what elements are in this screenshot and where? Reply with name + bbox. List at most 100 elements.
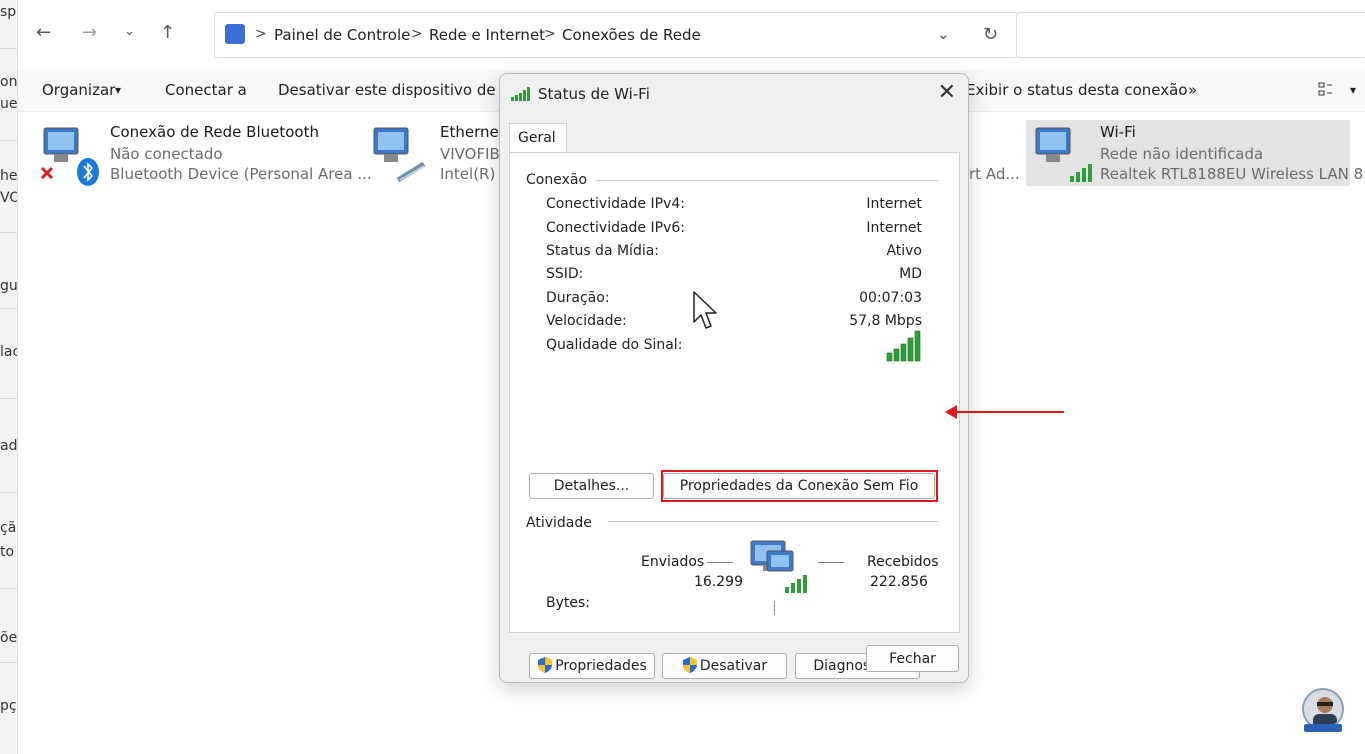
connect-to-button[interactable]: Conectar a [165, 81, 247, 99]
view-layout-icon[interactable] [1318, 81, 1336, 101]
side-nav-fragment: he [0, 168, 18, 184]
signal-quality-label: Qualidade do Sinal: [546, 337, 683, 353]
side-nav-fragment: gu [0, 278, 18, 294]
sent-label: Enviados [641, 554, 705, 570]
received-label: Recebidos [867, 554, 939, 570]
media-status-label: Status da Mídia: [546, 243, 660, 259]
properties-button[interactable]: Propriedades [529, 653, 655, 679]
close-icon[interactable]: ✕ [938, 80, 956, 105]
activity-group-label: Atividade [526, 515, 598, 531]
connection-item-bluetooth[interactable]: Conexão de Rede Bluetooth Não conectado … [40, 120, 372, 186]
connection-name: Ethernet [440, 123, 505, 141]
bytes-sent-value: 16.299 [694, 574, 743, 590]
properties-label: Propriedades [555, 658, 647, 674]
details-button[interactable]: Detalhes... [529, 473, 654, 499]
side-nav-fragment: lac [0, 344, 17, 360]
group-divider [596, 180, 938, 181]
connection-item-wifi[interactable]: Wi-Fi Rede não identificada Realtek RTL8… [1026, 120, 1365, 186]
connection-name: Wi-Fi [1100, 123, 1136, 141]
speed-value: 57,8 Mbps [849, 313, 922, 329]
ssid-label: SSID: [546, 266, 584, 282]
side-nav-fragment: sp [0, 4, 17, 20]
close-button[interactable]: Fechar [866, 645, 959, 672]
side-nav-strip: sp on ue he VO gu lac ad ção to õe pç [0, 0, 18, 754]
disable-button[interactable]: Desativar [662, 653, 787, 679]
connection-status: Não conectado [110, 145, 223, 163]
side-nav-divider [0, 492, 17, 493]
mouse-cursor-icon [692, 290, 718, 336]
shield-icon [682, 656, 698, 674]
wifi-signal-icon [510, 86, 532, 106]
highlight-box [661, 470, 938, 502]
general-panel: Conexão Conectividade IPv4: Internet Con… [509, 152, 960, 679]
media-status-value: Ativo [886, 243, 922, 259]
recent-locations-icon[interactable]: ⌄ [124, 24, 135, 39]
disable-device-button[interactable]: Desativar este dispositivo de rede [278, 81, 534, 99]
side-nav-divider [0, 232, 17, 233]
ipv4-label: Conectividade IPv4: [546, 196, 685, 212]
side-nav-fragment: on [0, 74, 18, 90]
side-nav-divider [0, 308, 17, 309]
signal-quality-icon [885, 329, 927, 367]
ethernet-network-icon [370, 124, 426, 183]
annotation-arrow-line [952, 411, 1064, 413]
organize-caret-icon[interactable]: ▾ [115, 83, 121, 97]
refresh-icon[interactable]: ↻ [983, 24, 998, 45]
breadcrumb-network-connections[interactable]: Conexões de Rede [562, 26, 701, 44]
connection-name: Conexão de Rede Bluetooth [110, 123, 319, 141]
duration-label: Duração: [546, 290, 610, 306]
address-bar[interactable]: > Painel de Controle > Rede e Internet >… [214, 12, 1018, 58]
side-nav-fragment: ad [0, 438, 18, 454]
breadcrumb-separator: > [255, 26, 267, 42]
address-row: ← → ⌄ ↑ > Painel de Controle > Rede e In… [18, 0, 1365, 70]
breadcrumb-separator: > [544, 26, 556, 42]
organize-button[interactable]: Organizar [42, 81, 115, 99]
ipv6-value: Internet [866, 220, 922, 236]
network-activity-icon [749, 539, 813, 605]
obscured-device-fragment: rt Ad... [969, 165, 1020, 183]
ipv4-value: Internet [866, 196, 922, 212]
address-dropdown-icon[interactable]: ⌄ [937, 25, 950, 43]
dialog-title: Status de Wi-Fi [538, 85, 650, 103]
connection-device: Bluetooth Device (Personal Area ... [110, 165, 372, 183]
ssid-value: MD [899, 266, 922, 282]
received-line [818, 562, 844, 563]
ipv6-label: Conectividade IPv6: [546, 220, 685, 236]
side-nav-fragment: VO [0, 190, 17, 206]
disable-label: Desativar [699, 658, 768, 674]
side-nav-fragment: to [0, 544, 15, 560]
side-nav-fragment: pç [0, 698, 17, 714]
connection-status: Rede não identificada [1100, 145, 1264, 163]
forward-arrow-icon[interactable]: → [82, 22, 97, 43]
sent-line [707, 562, 733, 563]
view-caret-icon[interactable]: ▾ [1350, 83, 1356, 97]
connection-item-ethernet[interactable]: Ethernet VIVOFIBR Intel(R) E [370, 120, 510, 186]
view-status-button[interactable]: Exibir o status desta conexão [966, 81, 1188, 99]
shield-icon [537, 656, 553, 674]
side-nav-divider [0, 662, 17, 663]
breadcrumb-network-internet[interactable]: Rede e Internet [429, 26, 545, 44]
more-options-icon[interactable]: » [1188, 81, 1197, 99]
wifi-status-dialog: Status de Wi-Fi ✕ Geral Conexão Conectiv… [499, 73, 969, 683]
side-nav-fragment: õe [0, 630, 18, 646]
side-nav-fragment: ue [0, 96, 18, 112]
breadcrumb-control-panel[interactable]: Painel de Controle [274, 26, 410, 44]
side-nav-divider [0, 48, 17, 49]
speed-label: Velocidade: [546, 313, 627, 329]
group-divider [608, 521, 938, 522]
control-panel-icon [225, 24, 245, 44]
activity-divider [774, 601, 775, 615]
side-nav-divider [0, 140, 17, 141]
tab-general[interactable]: Geral [509, 123, 567, 153]
up-arrow-icon[interactable]: ↑ [160, 22, 175, 43]
back-arrow-icon[interactable]: ← [36, 22, 51, 43]
wifi-network-icon [1032, 124, 1092, 182]
search-input[interactable] [1016, 12, 1365, 58]
connection-group-label: Conexão [526, 172, 594, 188]
connection-device: Realtek RTL8188EU Wireless LAN 8... [1100, 165, 1365, 183]
bluetooth-network-icon [40, 124, 99, 186]
duration-value: 00:07:03 [859, 290, 922, 306]
bytes-label: Bytes: [546, 595, 591, 611]
side-nav-fragment: ção [0, 520, 17, 536]
side-nav-divider [0, 398, 17, 399]
